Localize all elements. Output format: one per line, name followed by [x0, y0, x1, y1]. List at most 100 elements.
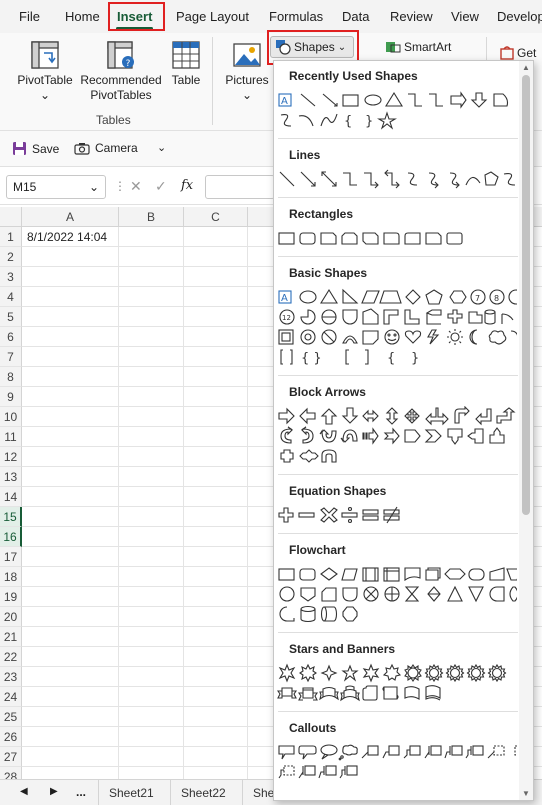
banners-row-2[interactable]: [277, 683, 517, 703]
row-header[interactable]: 9: [0, 387, 22, 407]
row-header[interactable]: 21: [0, 627, 22, 647]
cell-c9[interactable]: [184, 387, 248, 407]
cell-b20[interactable]: [119, 607, 184, 627]
cell-a4[interactable]: [22, 287, 119, 307]
cell-a11[interactable]: [22, 427, 119, 447]
cell-a21[interactable]: [22, 627, 119, 647]
basic-shapes-row-2[interactable]: 12: [277, 307, 517, 327]
cell-c27[interactable]: [184, 747, 248, 767]
row-header[interactable]: 25: [0, 707, 22, 727]
select-all-corner[interactable]: [0, 207, 22, 227]
recently-used-row-2[interactable]: { }: [277, 110, 517, 130]
cell-a17[interactable]: [22, 547, 119, 567]
lines-row[interactable]: [277, 169, 517, 189]
cell-b8[interactable]: [119, 367, 184, 387]
cell-c26[interactable]: [184, 727, 248, 747]
cell-b1[interactable]: [119, 227, 184, 247]
get-addins-button[interactable]: Get: [500, 46, 536, 60]
formula-input[interactable]: [205, 175, 275, 199]
cell-c17[interactable]: [184, 547, 248, 567]
camera-button[interactable]: Camera: [74, 141, 138, 155]
column-header-a[interactable]: A: [22, 207, 119, 227]
row-header[interactable]: 5: [0, 307, 22, 327]
insert-function-icon[interactable]: fx: [181, 178, 193, 193]
pictures-button[interactable]: Pictures ⌄: [222, 39, 272, 103]
cell-b21[interactable]: [119, 627, 184, 647]
cell-b24[interactable]: [119, 687, 184, 707]
row-header[interactable]: 7: [0, 347, 22, 367]
cell-a19[interactable]: [22, 587, 119, 607]
cell-a8[interactable]: [22, 367, 119, 387]
gallery-scrollbar[interactable]: ▲ ▼: [519, 61, 533, 800]
cell-a2[interactable]: [22, 247, 119, 267]
cell-c8[interactable]: [184, 367, 248, 387]
cell-b19[interactable]: [119, 587, 184, 607]
cell-b12[interactable]: [119, 447, 184, 467]
cell-a25[interactable]: [22, 707, 119, 727]
smartart-button[interactable]: SmartArt: [385, 40, 451, 54]
row-header[interactable]: 1: [0, 227, 22, 247]
row-header[interactable]: 18: [0, 567, 22, 587]
scroll-up-icon[interactable]: ▲: [522, 63, 530, 72]
cell-a23[interactable]: [22, 667, 119, 687]
cell-c13[interactable]: [184, 467, 248, 487]
row-header[interactable]: 28: [0, 767, 22, 779]
basic-shapes-row-3[interactable]: [277, 327, 517, 347]
row-header[interactable]: 13: [0, 467, 22, 487]
cell-b2[interactable]: [119, 247, 184, 267]
cell-b4[interactable]: [119, 287, 184, 307]
cell-a16[interactable]: [22, 527, 119, 547]
stars-row-1[interactable]: [277, 663, 517, 683]
basic-shapes-row-4[interactable]: { } { }: [277, 347, 517, 367]
cell-c24[interactable]: [184, 687, 248, 707]
cell-a15[interactable]: [22, 507, 119, 527]
block-arrows-row-3[interactable]: [277, 446, 517, 466]
row-header[interactable]: 6: [0, 327, 22, 347]
cell-b23[interactable]: [119, 667, 184, 687]
recommended-pivottables-button[interactable]: ? Recommended PivotTables: [78, 39, 164, 103]
block-arrows-row-2[interactable]: [277, 426, 517, 446]
row-header[interactable]: 8: [0, 367, 22, 387]
row-header[interactable]: 19: [0, 587, 22, 607]
cell-a22[interactable]: [22, 647, 119, 667]
pivottable-button[interactable]: PivotTable ⌄: [14, 39, 76, 103]
cell-a24[interactable]: [22, 687, 119, 707]
callouts-row-2[interactable]: [277, 762, 517, 782]
cell-a20[interactable]: [22, 607, 119, 627]
menu-tab-review[interactable]: Review: [390, 0, 433, 33]
row-header[interactable]: 24: [0, 687, 22, 707]
cell-a18[interactable]: [22, 567, 119, 587]
cell-b17[interactable]: [119, 547, 184, 567]
enter-icon[interactable]: ✓: [155, 178, 167, 195]
recently-used-row-1[interactable]: A: [277, 90, 517, 110]
equation-shapes-row[interactable]: [277, 505, 517, 525]
cell-c3[interactable]: [184, 267, 248, 287]
flowchart-row-2[interactable]: [277, 584, 517, 604]
cell-a28[interactable]: [22, 767, 119, 779]
flowchart-row-3[interactable]: [277, 604, 517, 624]
cell-b26[interactable]: [119, 727, 184, 747]
sheet-tab-sheet22[interactable]: Sheet22: [170, 780, 236, 805]
cell-c19[interactable]: [184, 587, 248, 607]
cell-b5[interactable]: [119, 307, 184, 327]
cell-c7[interactable]: [184, 347, 248, 367]
cell-c20[interactable]: [184, 607, 248, 627]
row-header[interactable]: 2: [0, 247, 22, 267]
cell-b25[interactable]: [119, 707, 184, 727]
cell-c4[interactable]: [184, 287, 248, 307]
menu-tab-file[interactable]: File: [19, 0, 40, 33]
cell-c11[interactable]: [184, 427, 248, 447]
cell-b14[interactable]: [119, 487, 184, 507]
cancel-icon[interactable]: ✕: [130, 178, 142, 195]
cell-b15[interactable]: [119, 507, 184, 527]
row-header[interactable]: 4: [0, 287, 22, 307]
row-header[interactable]: 10: [0, 407, 22, 427]
cell-a6[interactable]: [22, 327, 119, 347]
block-arrows-row-1[interactable]: [277, 406, 517, 426]
row-header[interactable]: 27: [0, 747, 22, 767]
cell-b10[interactable]: [119, 407, 184, 427]
cell-c16[interactable]: [184, 527, 248, 547]
cell-a9[interactable]: [22, 387, 119, 407]
column-header-c[interactable]: C: [184, 207, 248, 227]
cell-b7[interactable]: [119, 347, 184, 367]
